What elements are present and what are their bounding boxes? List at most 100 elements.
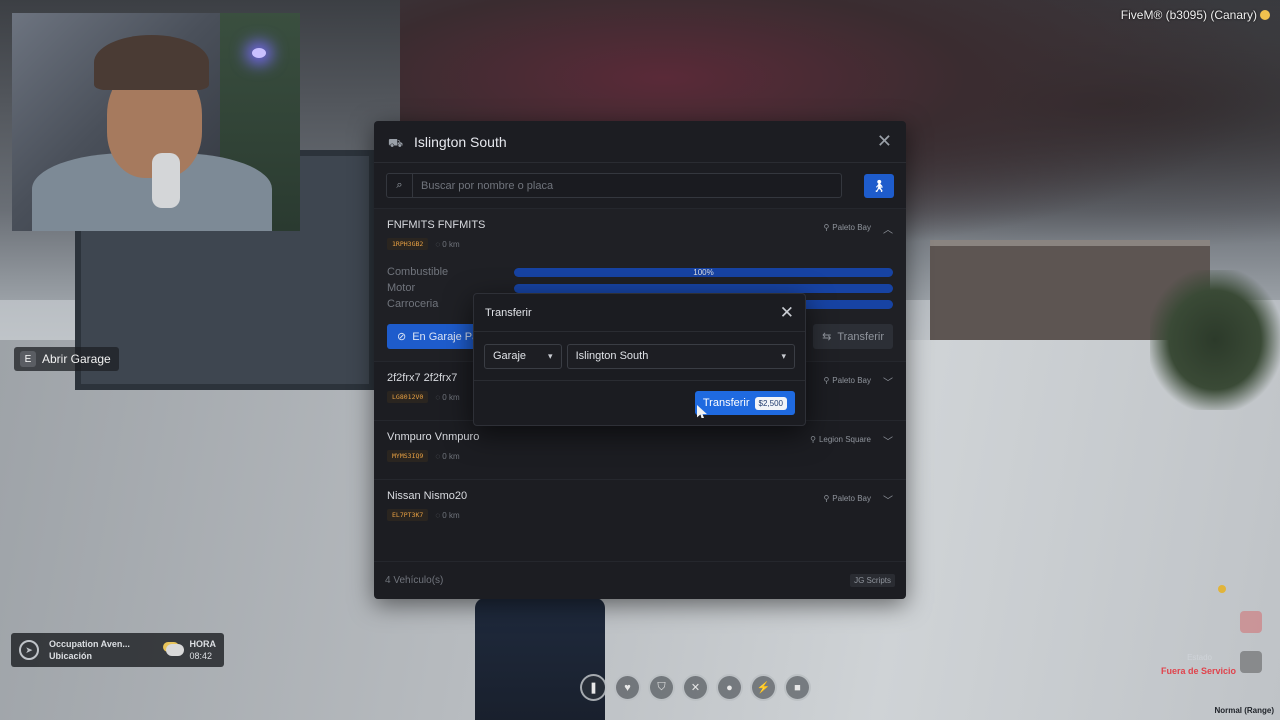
vehicle-item[interactable]: Nissan Nismo20 EL7PT3K7 ◌ 0 km ⚲ Paleto B… xyxy=(374,479,906,538)
vehicle-location: ⚲ Paleto Bay xyxy=(823,494,871,503)
time-value: 08:42 xyxy=(189,651,213,661)
chevron-down-icon[interactable]: ﹀ xyxy=(883,374,893,389)
vehicle-plate: EL7PT3K7 xyxy=(387,509,429,521)
heart-icon: ♥ xyxy=(614,674,641,701)
garage-header: ⛟ Islington South ✕ xyxy=(374,121,906,163)
voice-mode-label: Normal (Range) xyxy=(1214,706,1274,715)
vehicle-info: FNFMITS FNFMITS 1RPH3GB2 ◌ 0 km xyxy=(387,219,823,250)
weather-icon xyxy=(165,644,184,656)
estado-value: Fuera de Servicio xyxy=(1160,666,1236,676)
location-label: Ubicación xyxy=(49,651,93,661)
car-icon: ⛟ xyxy=(388,135,404,150)
transfer-modal-footer: Transferir $2,500 xyxy=(474,381,805,425)
search-row: ⌕ 🚶︎ xyxy=(374,163,906,208)
garage-footer: 4 Vehículo(s) JG Scripts xyxy=(374,561,906,599)
search-box: ⌕ xyxy=(386,173,842,198)
vehicle-name: Vnmpuro Vnmpuro xyxy=(387,431,480,443)
chevron-down-icon[interactable]: ﹀ xyxy=(883,492,893,507)
vehicle-km: ◌ 0 km xyxy=(435,510,460,520)
chevron-down-icon: ▾ xyxy=(548,350,553,361)
location-pin-icon: ⚲ xyxy=(823,376,830,385)
coin-icon xyxy=(1260,10,1270,20)
vehicle-km: ◌ 0 km xyxy=(435,239,460,249)
location-pin-icon: ⚲ xyxy=(823,223,830,232)
transfer-icon: ⇆ xyxy=(822,331,832,343)
close-icon[interactable]: ✕ xyxy=(877,131,892,152)
webcam-streamer-cap xyxy=(94,35,209,90)
interaction-hint: E Abrir Garage xyxy=(14,347,119,371)
chevron-down-icon[interactable]: ﹀ xyxy=(883,433,893,448)
stat-bar: 100% xyxy=(514,267,893,277)
transfer-modal-body: Garaje ▾ Islington South ▾ xyxy=(474,332,805,381)
hint-label: Abrir Garage xyxy=(42,352,111,366)
confirm-transfer-label: Transferir xyxy=(702,397,750,409)
armor-icon: ⛉ xyxy=(648,674,675,701)
user-icon xyxy=(1240,651,1262,673)
vehicle-meta: 1RPH3GB2 ◌ 0 km xyxy=(387,238,823,250)
health-icon: ❚ xyxy=(580,674,607,701)
vehicle-location: ⚲ Paleto Bay xyxy=(823,376,871,385)
scene-bush xyxy=(1150,270,1280,410)
vehicle-meta: EL7PT3K7 ◌ 0 km xyxy=(387,509,823,521)
vehicle-plate: 1RPH3GB2 xyxy=(387,238,429,250)
vehicle-km-value: 0 km xyxy=(442,451,460,461)
chevron-up-icon[interactable]: ︿ xyxy=(883,221,893,236)
close-icon[interactable]: ✕ xyxy=(780,303,794,323)
vehicle-location-text: Paleto Bay xyxy=(832,494,871,503)
brand-badge: JG Scripts xyxy=(850,574,895,587)
street-name: Occupation Aven... xyxy=(49,639,130,649)
build-label: FiveM® (b3095) (Canary) xyxy=(1121,8,1270,22)
garage-title: Islington South xyxy=(414,133,507,150)
vehicle-row: Vnmpuro Vnmpuro MYMS3IQ9 ◌ 0 km ⚲ Legion … xyxy=(387,421,893,462)
location-pin-icon: ⚲ xyxy=(823,494,830,503)
stat-bar xyxy=(514,283,893,293)
transfer-type-value: Garaje xyxy=(493,350,527,362)
player-character xyxy=(475,598,605,720)
player-status-bar: ❚ ♥ ⛉ ✕ ● ⚡ ■ xyxy=(580,674,811,701)
walk-icon: 🚶︎ xyxy=(871,178,887,193)
thirst-icon: ● xyxy=(716,674,743,701)
confirm-transfer-button[interactable]: Transferir $2,500 xyxy=(694,391,795,415)
transfer-target-value: Islington South xyxy=(575,350,649,362)
webcam-light xyxy=(252,48,266,58)
search-icon: ⌕ xyxy=(387,174,413,197)
chevron-down-icon: ▾ xyxy=(781,350,786,361)
vehicle-plate: MYMS3IQ9 xyxy=(387,450,429,462)
search-input[interactable] xyxy=(413,179,841,192)
time-display: HORA 08:42 xyxy=(190,639,217,661)
walk-button[interactable]: 🚶︎ xyxy=(864,173,894,198)
vehicle-km-value: 0 km xyxy=(442,239,460,249)
estado-label: Estado xyxy=(1187,653,1212,662)
transfer-modal-header: Transferir ✕ xyxy=(474,294,805,332)
job-icon xyxy=(1240,611,1262,633)
vehicle-item[interactable]: Vnmpuro Vnmpuro MYMS3IQ9 ◌ 0 km ⚲ Legion … xyxy=(374,420,906,479)
location-pin-icon: ⚲ xyxy=(810,435,816,444)
stat-percent: 100% xyxy=(693,267,714,277)
hint-key: E xyxy=(20,351,36,367)
build-label-text: FiveM® (b3095) (Canary) xyxy=(1120,8,1257,22)
transfer-modal-title: Transferir xyxy=(485,306,532,319)
webcam-microphone xyxy=(152,153,180,208)
vehicle-name: FNFMITS FNFMITS xyxy=(387,219,486,231)
time-label: HORA xyxy=(189,639,217,649)
vehicle-location: ⚲ Paleto Bay xyxy=(823,223,871,232)
vehicle-meta: MYMS3IQ9 ◌ 0 km xyxy=(387,450,810,462)
location-hud: ➤ Occupation Aven... Ubicación HORA 08:4… xyxy=(11,633,224,667)
vehicle-row: FNFMITS FNFMITS 1RPH3GB2 ◌ 0 km ⚲ Paleto … xyxy=(387,209,893,250)
transfer-type-select[interactable]: Garaje ▾ xyxy=(484,343,562,369)
vehicle-info: Nissan Nismo20 EL7PT3K7 ◌ 0 km xyxy=(387,490,823,521)
vehicle-km: ◌ 0 km xyxy=(435,451,460,461)
transfer-modal: Transferir ✕ Garaje ▾ Islington South ▾ … xyxy=(473,293,806,426)
vehicle-km-value: 0 km xyxy=(442,510,460,520)
transfer-vehicle-button[interactable]: ⇆ Transferir xyxy=(813,324,893,349)
vehicle-km: ◌ 0 km xyxy=(435,392,460,402)
vehicle-count: 4 Vehículo(s) xyxy=(385,575,444,586)
vehicle-location: ⚲ Legion Square xyxy=(810,435,871,444)
transfer-target-select[interactable]: Islington South ▾ xyxy=(566,343,795,369)
location-info: Occupation Aven... Ubicación xyxy=(49,639,166,661)
transfer-vehicle-label: Transferir xyxy=(837,330,884,343)
vehicle-location-text: Legion Square xyxy=(818,435,871,444)
stress-icon: ■ xyxy=(784,674,811,701)
in-garage-label: En Garaje Pa xyxy=(412,330,479,343)
vehicle-row: Nissan Nismo20 EL7PT3K7 ◌ 0 km ⚲ Paleto B… xyxy=(387,480,893,521)
